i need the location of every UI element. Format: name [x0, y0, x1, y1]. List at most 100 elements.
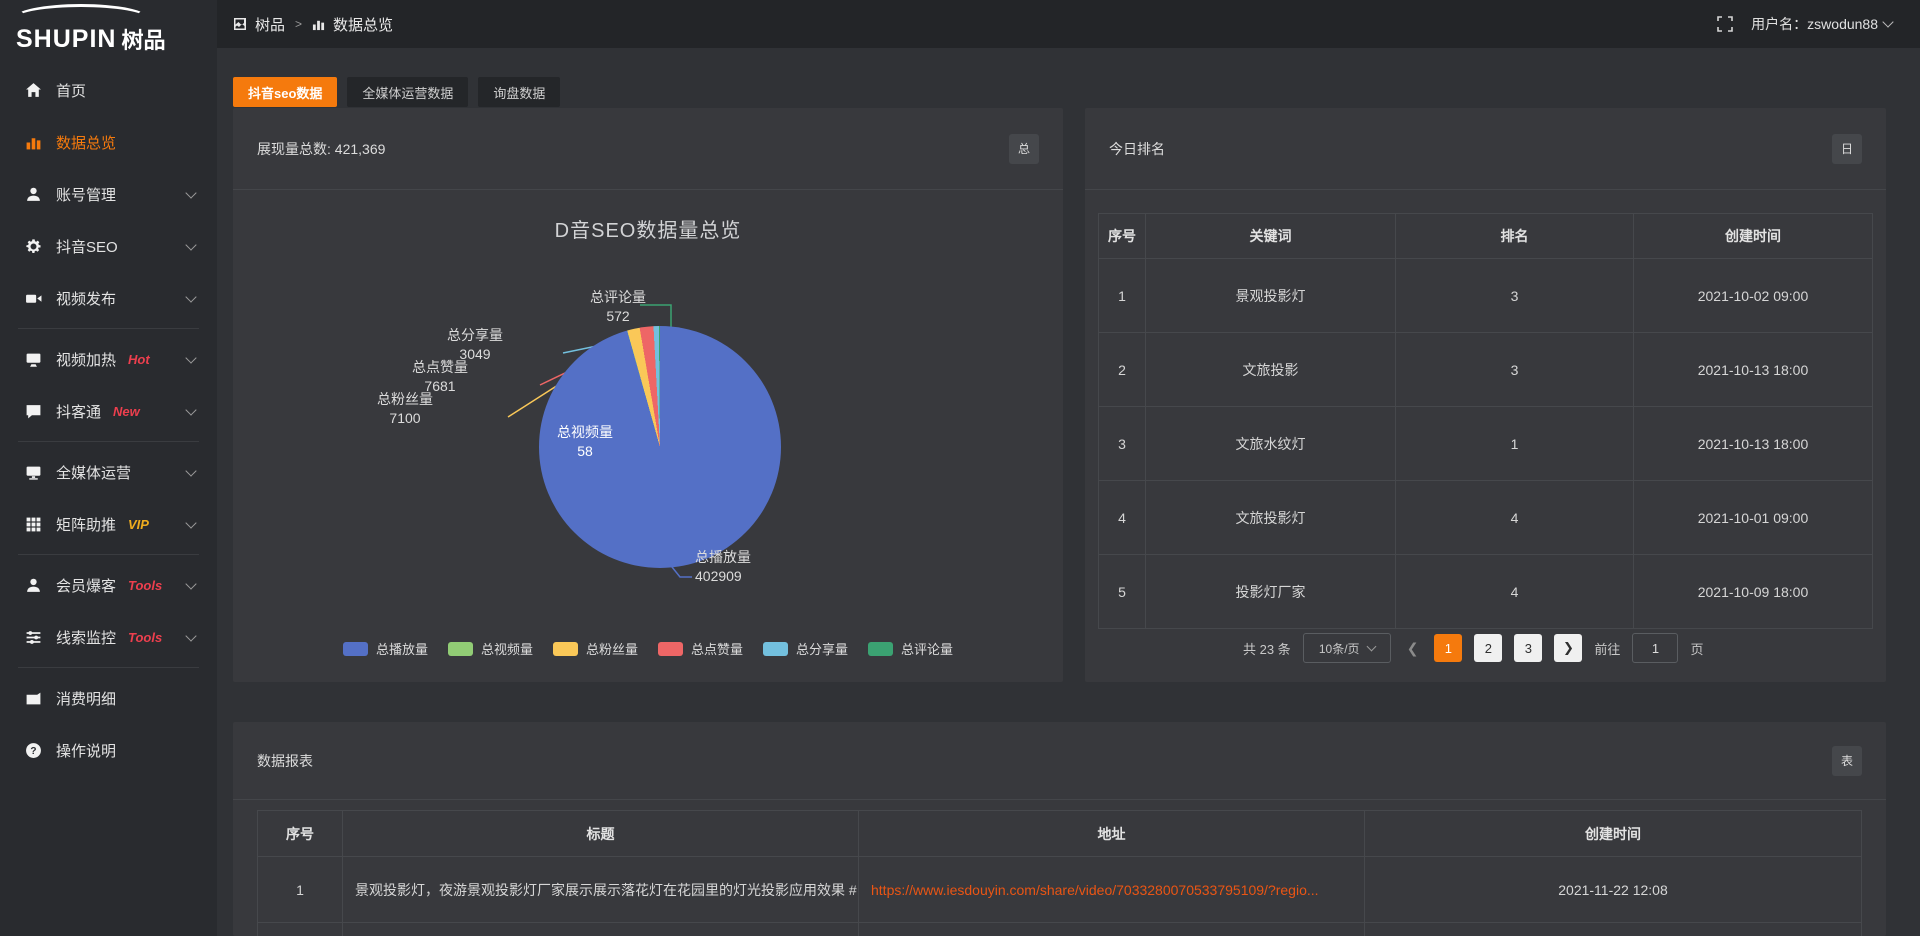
legend-swatch — [658, 642, 683, 656]
page-size-select[interactable]: 10条/页 — [1303, 633, 1391, 663]
legend-item-plays[interactable]: 总播放量 — [343, 639, 428, 658]
table-row: 2文旅投影32021-10-13 18:00 — [1099, 333, 1873, 407]
rank-table: 序号 关键词 排名 创建时间 1景观投影灯32021-10-02 09:00 2… — [1098, 213, 1873, 629]
pie-label-plays: 总播放量402909 — [695, 548, 785, 586]
sidebar-item-video-publish[interactable]: 视频发布 — [0, 272, 217, 324]
screen-icon — [24, 350, 42, 368]
overview-panel: 展现量总数: 421,369 总 D音SEO数据量总览 总评论量572 总分享量… — [233, 108, 1063, 682]
sidebar-item-omnimedia[interactable]: 全媒体运营 — [0, 446, 217, 498]
prev-page-button[interactable]: ❮ — [1403, 640, 1423, 657]
divider — [18, 441, 199, 442]
page-button-1[interactable]: 1 — [1434, 634, 1462, 662]
chevron-down-icon — [1882, 16, 1893, 27]
col-title: 标题 — [343, 811, 859, 857]
breadcrumb-current[interactable]: 数据总览 — [333, 14, 393, 35]
divider — [18, 554, 199, 555]
page-button-3[interactable]: 3 — [1514, 634, 1542, 662]
chevron-down-icon — [1366, 642, 1376, 652]
sidebar: SHUPIN 树品 首页 数据总览 账号管理 抖音SEO — [0, 0, 217, 936]
sidebar-item-video-heat[interactable]: 视频加热 Hot — [0, 333, 217, 385]
username-label: 用户名：zswodun88 — [1751, 14, 1878, 34]
table-row: 5投影灯厂家42021-10-09 18:00 — [1099, 555, 1873, 629]
sidebar-item-label: 矩阵助推 — [56, 514, 116, 535]
divider — [18, 667, 199, 668]
chart-title: D音SEO数据量总览 — [233, 214, 1063, 243]
sidebar-item-label: 首页 — [56, 80, 86, 101]
table-toggle-button[interactable]: 表 — [1832, 746, 1862, 776]
gear-icon — [24, 237, 42, 255]
tab-douyin-seo[interactable]: 抖音seo数据 — [233, 77, 337, 107]
report-panel: 数据报表 表 序号 标题 地址 创建时间 1 景观投影灯，夜游景观投影灯厂家展示… — [233, 722, 1886, 936]
report-table-header: 序号 标题 地址 创建时间 — [258, 811, 1862, 857]
sidebar-item-account[interactable]: 账号管理 — [0, 168, 217, 220]
legend-swatch — [868, 642, 893, 656]
report-table: 序号 标题 地址 创建时间 1 景观投影灯，夜游景观投影灯厂家展示展示落花灯在花… — [257, 810, 1862, 936]
col-no: 序号 — [258, 811, 343, 857]
total-count: 共 23 条 — [1243, 639, 1291, 658]
day-toggle-button[interactable]: 日 — [1832, 134, 1862, 164]
legend-item-shares[interactable]: 总分享量 — [763, 639, 848, 658]
total-toggle-button[interactable]: 总 — [1009, 134, 1039, 164]
sidebar-item-home[interactable]: 首页 — [0, 64, 217, 116]
video-link[interactable]: https://www.iesdouyin.com/share/video/70… — [871, 882, 1319, 898]
goto-suffix: 页 — [1690, 639, 1703, 658]
sidebar-item-label: 抖客通 — [56, 401, 101, 422]
sidebar-item-douyin-seo[interactable]: 抖音SEO — [0, 220, 217, 272]
vip-badge: VIP — [128, 517, 149, 532]
sidebar-item-help[interactable]: ? 操作说明 — [0, 724, 217, 776]
breadcrumb-separator: > — [295, 17, 302, 31]
table-row: 1 景观投影灯，夜游景观投影灯厂家展示展示落花灯在花园里的灯光投影应用效果 # … — [258, 857, 1862, 923]
home-icon — [24, 81, 42, 99]
video-camera-icon — [24, 289, 42, 307]
sidebar-item-consumption[interactable]: 消费明细 — [0, 672, 217, 724]
legend-item-comments[interactable]: 总评论量 — [868, 639, 953, 658]
goto-label: 前往 — [1594, 639, 1620, 658]
user-icon — [24, 185, 42, 203]
goto-page-input[interactable] — [1632, 633, 1678, 663]
col-rank: 排名 — [1396, 214, 1634, 259]
chart-bars-icon — [24, 133, 42, 151]
sidebar-item-member-leads[interactable]: 会员爆客 Tools — [0, 559, 217, 611]
sidebar-item-label: 消费明细 — [56, 688, 116, 709]
sidebar-item-label: 全媒体运营 — [56, 462, 131, 483]
next-page-button[interactable]: ❯ — [1554, 634, 1582, 662]
pie-label-videos: 总视频量58 — [545, 423, 625, 461]
sidebar-item-label: 数据总览 — [56, 132, 116, 153]
impressions-total: 展现量总数: 421,369 — [257, 139, 385, 159]
sidebar-item-clue-monitor[interactable]: 线索监控 Tools — [0, 611, 217, 663]
legend-item-videos[interactable]: 总视频量 — [448, 639, 533, 658]
tab-omnimedia-data[interactable]: 全媒体运营数据 — [347, 77, 468, 107]
tools-badge: Tools — [128, 630, 162, 645]
top-header: 树品 > 数据总览 用户名：zswodun88 — [217, 0, 1920, 48]
divider — [18, 328, 199, 329]
chevron-down-icon — [185, 465, 196, 476]
pie-chart: D音SEO数据量总览 总评论量572 总分享量3049 总点赞量7681 总粉丝… — [233, 190, 1063, 682]
table-row: 3文旅水纹灯12021-10-13 18:00 — [1099, 407, 1873, 481]
user-menu[interactable]: 用户名：zswodun88 — [1751, 14, 1892, 34]
legend-item-fans[interactable]: 总粉丝量 — [553, 639, 638, 658]
sidebar-item-matrix-boost[interactable]: 矩阵助推 VIP — [0, 498, 217, 550]
legend-item-likes[interactable]: 总点赞量 — [658, 639, 743, 658]
chevron-down-icon — [185, 291, 196, 302]
tools-badge: Tools — [128, 578, 162, 593]
rank-panel-title: 今日排名 — [1109, 139, 1165, 159]
video-title: 景观投影灯，夜游景观投影灯厂家展示展示落花灯在花园里的灯光投影应用效果 # — [343, 857, 859, 923]
sidebar-item-doukt[interactable]: 抖客通 New — [0, 385, 217, 437]
sidebar-item-data-overview[interactable]: 数据总览 — [0, 116, 217, 168]
grid-icon — [24, 515, 42, 533]
sidebar-item-label: 操作说明 — [56, 740, 116, 761]
legend-swatch — [343, 642, 368, 656]
rank-panel: 今日排名 日 序号 关键词 排名 创建时间 1景观投影灯32021-10-02 … — [1085, 108, 1886, 682]
tab-inquiry-data[interactable]: 询盘数据 — [478, 77, 560, 107]
breadcrumb-root[interactable]: 树品 — [255, 14, 285, 35]
fullscreen-icon[interactable] — [1717, 16, 1733, 32]
page-button-2[interactable]: 2 — [1474, 634, 1502, 662]
chevron-down-icon — [185, 239, 196, 250]
site-icon — [233, 17, 247, 31]
col-keyword: 关键词 — [1146, 214, 1396, 259]
legend-swatch — [553, 642, 578, 656]
pagination: 共 23 条 10条/页 ❮ 1 2 3 ❯ 前往 页 — [1243, 633, 1703, 663]
sliders-icon — [24, 628, 42, 646]
legend-swatch — [763, 642, 788, 656]
logo-text-cn: 树品 — [121, 30, 165, 52]
